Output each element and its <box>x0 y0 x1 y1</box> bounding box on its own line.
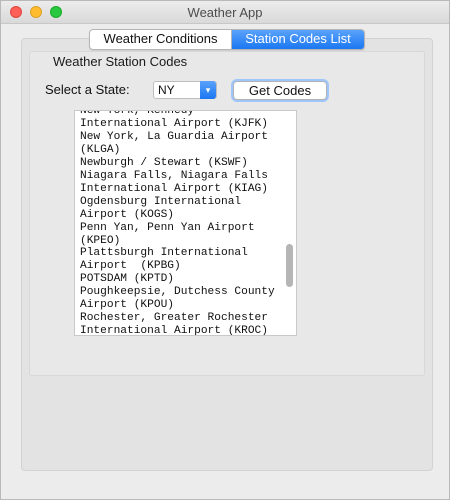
tab-weather-conditions[interactable]: Weather Conditions <box>90 30 232 49</box>
title-bar: Weather App <box>1 1 449 24</box>
list-scrollbar[interactable] <box>282 111 296 335</box>
chevron-up-down-icon: ▾ <box>200 81 216 99</box>
scrollbar-thumb[interactable] <box>286 244 293 287</box>
app-window: Weather App Weather Conditions Station C… <box>0 0 450 500</box>
state-label: Select a State: <box>45 82 130 97</box>
group-title: Weather Station Codes <box>53 54 188 69</box>
state-select[interactable]: NY ▾ <box>153 81 217 99</box>
station-codes-text: New York, Kennedy International Airport … <box>80 110 275 336</box>
tab-bar: Weather Conditions Station Codes List <box>89 29 365 50</box>
station-codes-list[interactable]: New York, Kennedy International Airport … <box>74 110 297 336</box>
state-select-value: NY <box>158 83 175 97</box>
get-codes-button[interactable]: Get Codes <box>233 81 327 100</box>
tab-station-codes-list[interactable]: Station Codes List <box>232 30 364 49</box>
window-title: Weather App <box>187 5 263 20</box>
